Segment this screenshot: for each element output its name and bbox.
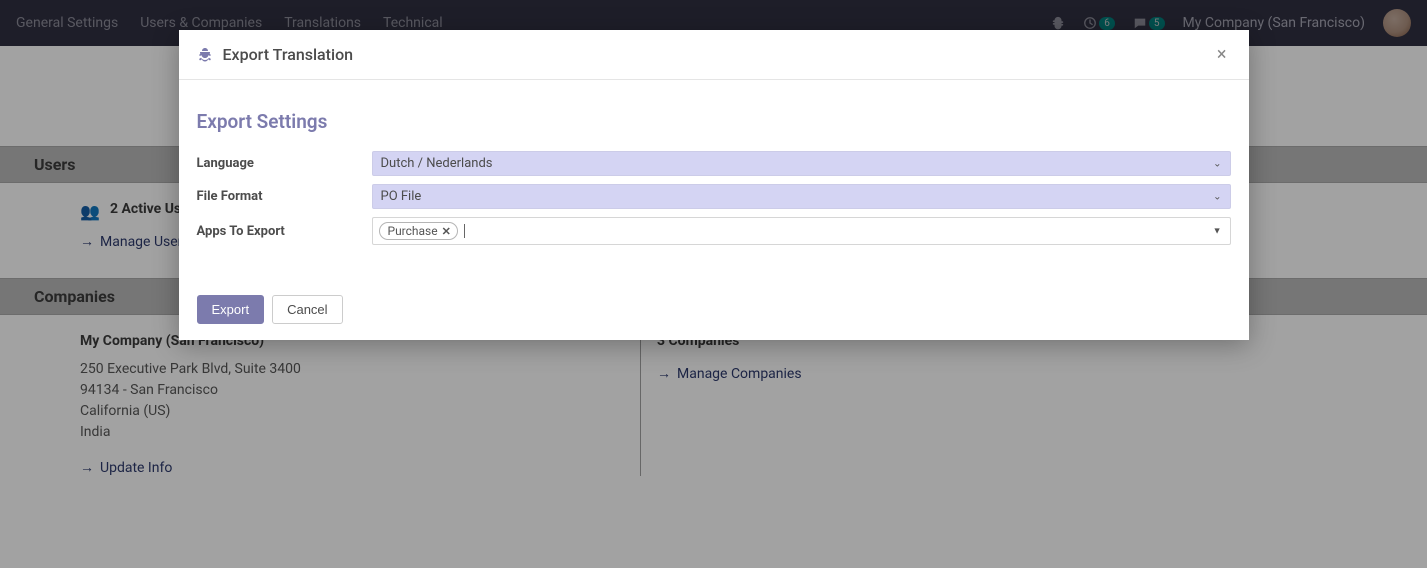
export-translation-modal: Export Translation × Export Settings Lan… <box>179 30 1249 340</box>
text-cursor <box>464 224 465 238</box>
language-value: Dutch / Nederlands <box>381 156 493 171</box>
close-button[interactable]: × <box>1213 44 1231 65</box>
cancel-button[interactable]: Cancel <box>272 295 342 324</box>
tag-label: Purchase <box>388 224 438 238</box>
language-select[interactable]: Dutch / Nederlands ⌄ <box>372 151 1231 176</box>
language-label: Language <box>197 156 372 171</box>
modal-title: Export Translation <box>223 45 354 64</box>
bug-icon <box>197 47 213 63</box>
caret-down-icon[interactable]: ▼ <box>1213 226 1222 237</box>
export-button[interactable]: Export <box>197 295 265 324</box>
tag-purchase: Purchase ✕ <box>379 222 458 240</box>
file-format-value: PO File <box>381 189 422 204</box>
chevron-down-icon: ⌄ <box>1213 191 1221 202</box>
apps-to-export-input[interactable]: Purchase ✕ ▼ <box>372 217 1231 245</box>
tag-remove-icon[interactable]: ✕ <box>442 225 451 238</box>
file-format-label: File Format <box>197 189 372 204</box>
export-settings-heading: Export Settings <box>197 110 1231 133</box>
apps-to-export-label: Apps To Export <box>197 224 372 239</box>
chevron-down-icon: ⌄ <box>1213 158 1221 169</box>
file-format-select[interactable]: PO File ⌄ <box>372 184 1231 209</box>
